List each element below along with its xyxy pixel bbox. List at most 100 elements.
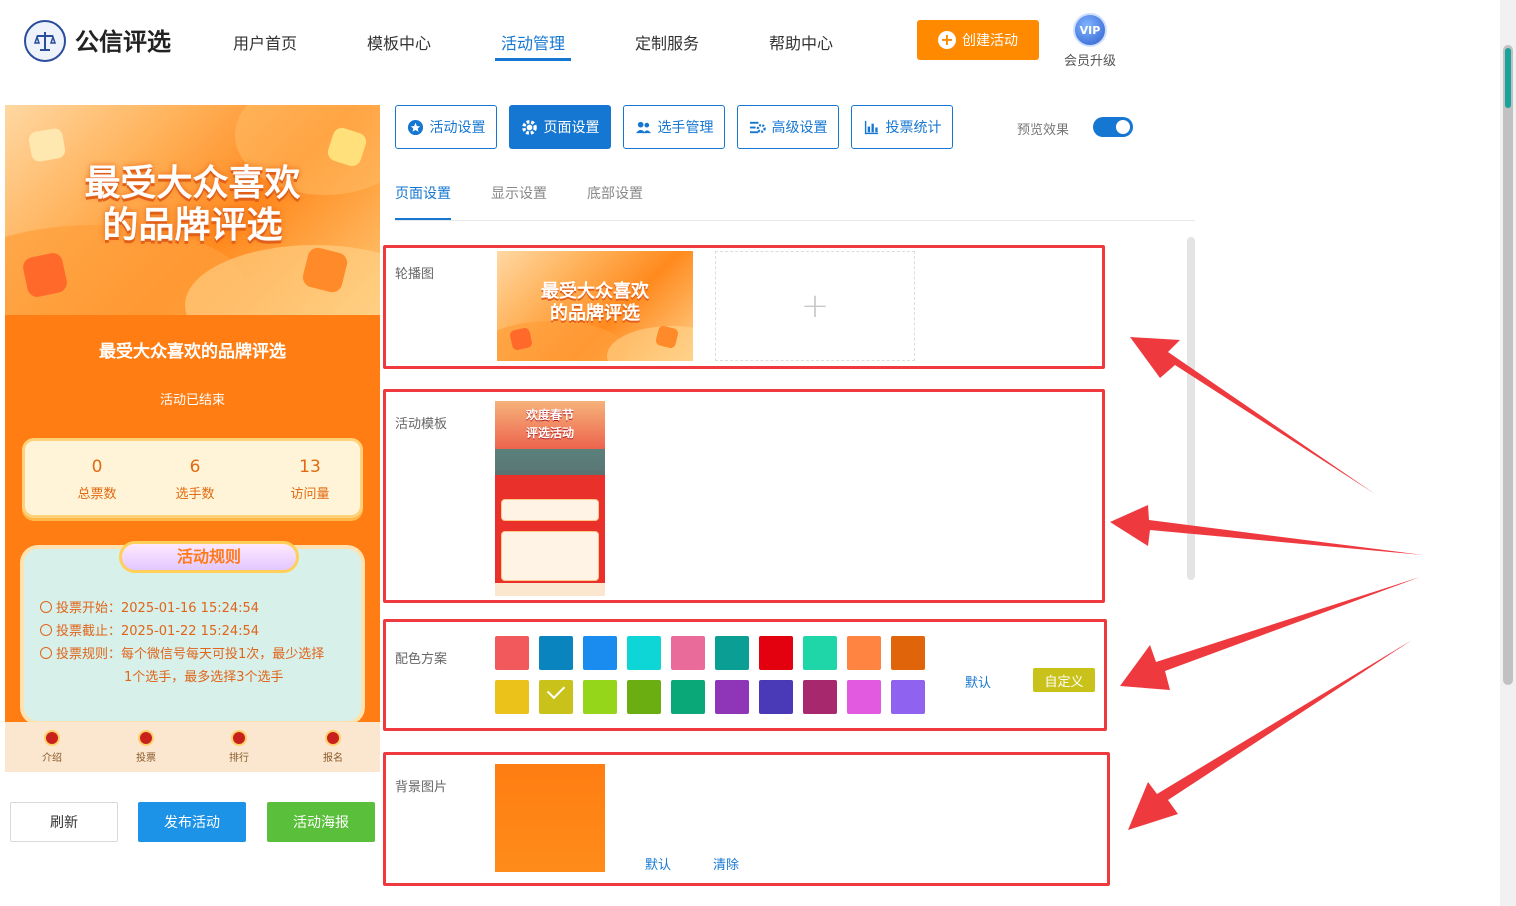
nav-item-templates[interactable]: 模板中心 (367, 30, 431, 54)
background-clear-link[interactable]: 清除 (713, 854, 739, 873)
tool-activity-settings[interactable]: 活动设置 (395, 105, 497, 149)
vip-badge-icon[interactable]: VIP (1073, 13, 1107, 47)
lantern-icon (231, 730, 247, 746)
stat-contestants: 6 选手数 (175, 457, 215, 502)
tab-intro[interactable]: 介绍 (22, 730, 82, 764)
tool-page-settings[interactable]: 页面设置 (509, 105, 611, 149)
color-swatch[interactable] (715, 636, 749, 670)
refresh-button[interactable]: 刷新 (10, 802, 118, 842)
rule-start: 投票开始：2025-01-16 15:24:54 (40, 597, 259, 616)
gear-icon (521, 119, 537, 135)
users-icon (635, 121, 651, 133)
arrow-colors (1120, 577, 1420, 690)
color-swatch[interactable] (891, 680, 925, 714)
activity-status: 活动已结束 (159, 393, 225, 408)
bar-chart-icon (864, 120, 878, 134)
stat-total-votes: 0 总票数 (77, 457, 117, 502)
info-icon (40, 647, 52, 659)
member-upgrade-link[interactable]: 会员升级 (1064, 50, 1116, 69)
color-swatch[interactable] (583, 636, 617, 670)
background-default-link[interactable]: 默认 (645, 854, 671, 873)
preview-toggle-label: 预览效果 (1017, 123, 1070, 138)
tab-ranking[interactable]: 排行 (209, 730, 269, 764)
page-root: 公信评选 用户首页 模板中心 活动管理 定制服务 帮助中心 + 创建活动 VIP… (0, 0, 1516, 906)
color-swatch[interactable] (847, 636, 881, 670)
subtab-divider (395, 220, 1195, 221)
stats-card: 0 总票数 6 选手数 13 访问量 (22, 438, 363, 518)
nav-item-custom-service[interactable]: 定制服务 (635, 30, 699, 54)
logo-scale-icon (24, 20, 66, 62)
tool-advanced-settings[interactable]: 高级设置 (737, 105, 839, 149)
carousel-image-thumbnail[interactable]: 最受大众喜欢 的品牌评选 (497, 251, 693, 361)
arrow-carousel (1130, 337, 1375, 494)
color-scheme-label: 配色方案 (395, 652, 448, 667)
subtab-display-settings[interactable]: 显示设置 (491, 183, 547, 203)
tool-contestant-management[interactable]: 选手管理 (623, 105, 725, 149)
plus-circle-icon: + (938, 31, 956, 49)
color-default-link[interactable]: 默认 (965, 672, 991, 691)
settings-sliders-icon (749, 121, 766, 133)
banner-title-line2: 的品牌评选 (102, 205, 283, 246)
color-swatch[interactable] (891, 636, 925, 670)
lantern-icon (44, 730, 60, 746)
rules-card: 活动规则 投票开始：2025-01-16 15:24:54 投票截止：2025-… (20, 541, 365, 725)
color-swatch[interactable] (803, 636, 837, 670)
color-swatch[interactable] (847, 680, 881, 714)
color-swatch[interactable] (539, 680, 573, 714)
subtab-page-settings[interactable]: 页面设置 (395, 183, 451, 203)
subtab-footer-settings[interactable]: 底部设置 (587, 183, 643, 203)
template-label: 活动模板 (395, 417, 448, 432)
nav-active-indicator (495, 58, 571, 61)
color-swatch[interactable] (759, 680, 793, 714)
color-swatch[interactable] (627, 680, 661, 714)
settings-scrollbar[interactable] (1187, 237, 1195, 580)
color-swatch[interactable] (715, 680, 749, 714)
clock-icon (40, 624, 52, 636)
decor-cube-icon (27, 127, 67, 163)
tab-vote[interactable]: 投票 (116, 730, 176, 764)
page-scrollbar[interactable] (1500, 0, 1516, 906)
rule-voting-cont: 1个选手，最多选择3个选手 (124, 670, 284, 685)
subtab-active-indicator (395, 218, 451, 220)
color-swatch[interactable] (583, 680, 617, 714)
poster-button[interactable]: 活动海报 (267, 802, 375, 842)
color-swatch[interactable] (539, 636, 573, 670)
tab-signup[interactable]: 报名 (303, 730, 363, 764)
top-header: 公信评选 用户首页 模板中心 活动管理 定制服务 帮助中心 + 创建活动 VIP… (0, 0, 1500, 82)
color-swatch[interactable] (671, 636, 705, 670)
color-custom-button[interactable]: 自定义 (1033, 668, 1095, 692)
lantern-icon (325, 730, 341, 746)
rule-end: 投票截止：2025-01-22 15:24:54 (40, 620, 259, 639)
template-thumbnail[interactable]: 欢度春节 评选活动 (495, 401, 605, 596)
page-scrollbar-marker (1505, 48, 1511, 108)
stat-visits: 13 访问量 (290, 457, 330, 502)
highlight-box-template (383, 389, 1105, 603)
page-scrollbar-thumb[interactable] (1503, 45, 1513, 685)
color-swatch[interactable] (627, 636, 661, 670)
create-activity-label: 创建活动 (962, 33, 1018, 49)
preview-banner: 最受大众喜欢 的品牌评选 (5, 105, 380, 315)
brand-name[interactable]: 公信评选 (75, 22, 171, 57)
highlight-box-background (383, 752, 1110, 886)
color-swatch[interactable] (671, 680, 705, 714)
nav-item-help[interactable]: 帮助中心 (769, 30, 833, 54)
clock-icon (40, 601, 52, 613)
color-swatch[interactable] (803, 680, 837, 714)
carousel-upload-plus-icon[interactable]: + (715, 251, 915, 361)
carousel-label: 轮播图 (395, 267, 435, 282)
color-swatch[interactable] (495, 680, 529, 714)
create-activity-button[interactable]: + 创建活动 (917, 20, 1039, 60)
lantern-icon (138, 730, 154, 746)
color-swatch[interactable] (495, 636, 529, 670)
color-swatch[interactable] (759, 636, 793, 670)
tool-vote-statistics[interactable]: 投票统计 (851, 105, 953, 149)
preview-toggle[interactable] (1093, 117, 1133, 137)
arrow-template (1110, 505, 1423, 555)
mobile-preview: 最受大众喜欢 的品牌评选 最受大众喜欢的品牌评选 活动已结束 0 总票数 6 选… (5, 105, 380, 772)
nav-item-activity-management[interactable]: 活动管理 (501, 30, 565, 54)
publish-button[interactable]: 发布活动 (138, 802, 246, 842)
background-image-thumbnail[interactable] (495, 764, 605, 872)
toggle-knob (1116, 120, 1130, 134)
check-icon (546, 680, 566, 700)
nav-item-home[interactable]: 用户首页 (233, 30, 297, 54)
